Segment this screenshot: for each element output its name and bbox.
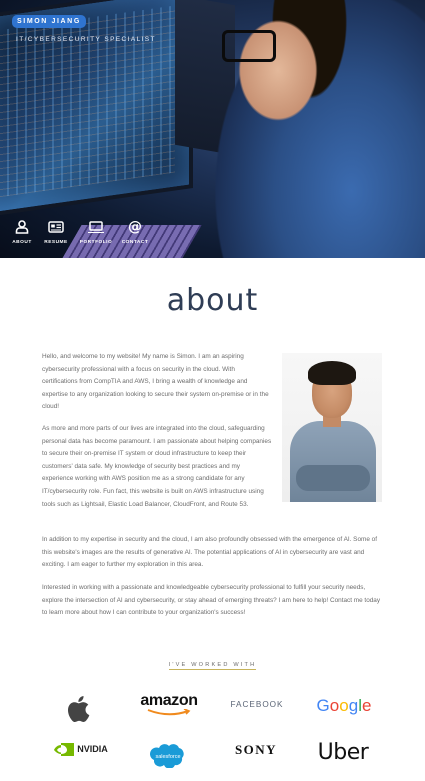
hero-banner: SIMON JIANG IT/CYBERSECURITY SPECIALIST …	[0, 0, 425, 258]
monitor-graphic	[0, 0, 193, 218]
facebook-logo: FACEBOOK	[230, 699, 284, 709]
glasses-graphic	[222, 30, 276, 62]
nav-label-contact: CONTACT	[121, 240, 149, 245]
at-icon: @	[128, 219, 142, 235]
nav-item-contact[interactable]: @ CONTACT	[115, 218, 155, 245]
nvidia-logo: NVIDIA	[52, 740, 110, 758]
site-subtitle: IT/CYBERSECURITY SPECIALIST	[16, 36, 156, 43]
laptop-icon	[76, 218, 116, 236]
amazon-logo: amazon	[138, 692, 200, 716]
id-card-icon	[36, 218, 76, 236]
about-heading: about	[166, 283, 259, 318]
about-paragraph-1: Hello, and welcome to my website! My nam…	[42, 353, 269, 411]
svg-text:salesforce: salesforce	[155, 754, 180, 760]
nav-item-resume[interactable]: RESUME	[36, 218, 76, 245]
nav-label-resume: RESUME	[44, 240, 68, 245]
about-paragraph-2: As more and more parts of our lives are …	[42, 425, 272, 508]
apple-logo	[63, 694, 97, 724]
site-name-badge[interactable]: SIMON JIANG	[12, 15, 86, 28]
about-paragraph-4: Interested in working with a passionate …	[42, 584, 381, 617]
worked-with-heading: I'VE WORKED WITH	[168, 662, 257, 670]
salesforce-logo: salesforce	[148, 742, 188, 768]
nav-label-portfolio: PORTFOLIO	[79, 240, 113, 245]
main-nav: ABOUT RESUME PORTFOLIO @ CONTACT	[0, 218, 200, 250]
profile-photo	[282, 353, 382, 502]
uber-logo: Uber	[317, 739, 369, 765]
sony-logo: SONY	[234, 742, 278, 757]
nav-item-portfolio[interactable]: PORTFOLIO	[76, 218, 116, 245]
about-paragraph-3: In addition to my expertise in security …	[42, 536, 377, 569]
google-logo: Google	[316, 696, 372, 715]
